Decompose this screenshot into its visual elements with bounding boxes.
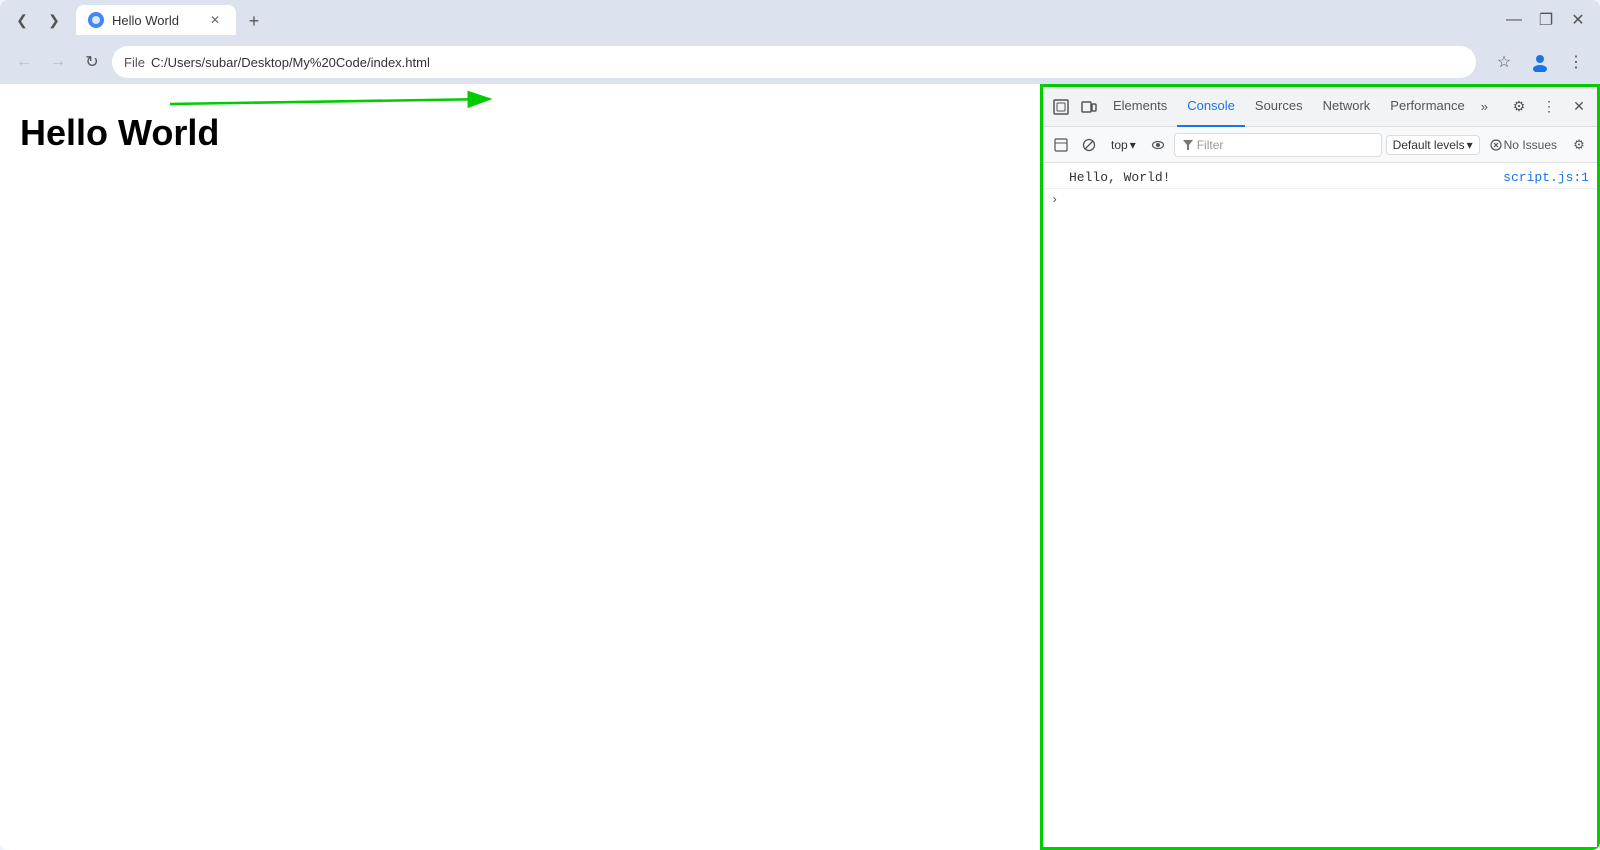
tab-title: Hello World	[112, 13, 198, 28]
more-button[interactable]: ⋮	[1560, 46, 1592, 78]
top-context-dropdown[interactable]: top ▾	[1105, 136, 1142, 154]
tab-console[interactable]: Console	[1177, 87, 1245, 127]
file-label: File	[124, 55, 145, 70]
browser-tab[interactable]: Hello World ✕	[76, 5, 236, 35]
no-issues-icon	[1490, 139, 1502, 151]
default-levels-dropdown[interactable]: Default levels ▾	[1386, 135, 1480, 155]
close-button[interactable]: ✕	[1564, 6, 1592, 34]
tab-performance[interactable]: Performance	[1380, 87, 1474, 127]
console-log-source[interactable]: script.js:1	[1503, 170, 1589, 185]
console-toolbar: top ▾ Filter Default levels ▾ No Issues	[1043, 127, 1597, 163]
nav-controls: ← → ↻	[8, 46, 108, 78]
clear-console-button[interactable]	[1049, 133, 1073, 157]
refresh-button[interactable]: ↻	[76, 46, 108, 78]
no-issues-indicator: No Issues	[1484, 136, 1563, 154]
select-element-button[interactable]	[1047, 93, 1075, 121]
devtools-settings-button[interactable]: ⚙	[1505, 93, 1533, 121]
back-button[interactable]: ←	[8, 46, 40, 78]
console-ban-button[interactable]	[1077, 133, 1101, 157]
device-mode-button[interactable]	[1075, 93, 1103, 121]
devtools-toolbar: Elements Console Sources Network Perform…	[1043, 87, 1597, 127]
maximize-button[interactable]: ❐	[1532, 6, 1560, 34]
devtools-more-button[interactable]: ⋮	[1535, 93, 1563, 121]
window-controls: — ❐ ✕	[1500, 6, 1592, 34]
console-prompt-row: ›	[1043, 189, 1597, 211]
more-tabs-button[interactable]: »	[1475, 95, 1494, 118]
profile-button[interactable]	[1524, 46, 1556, 78]
forward-button[interactable]: →	[42, 46, 74, 78]
eye-button[interactable]	[1146, 133, 1170, 157]
tab-close-button[interactable]: ✕	[206, 11, 224, 29]
tab-sources[interactable]: Sources	[1245, 87, 1313, 127]
title-bar: ❮ ❯ Hello World ✕ + — ❐ ✕	[0, 0, 1600, 40]
devtools-close-button[interactable]: ✕	[1565, 93, 1593, 121]
console-prompt-chevron: ›	[1051, 193, 1058, 207]
console-log-message: Hello, World!	[1069, 170, 1495, 185]
console-output: Hello, World! script.js:1 ›	[1043, 163, 1597, 847]
filter-icon	[1183, 140, 1193, 150]
tab-favicon	[88, 12, 104, 28]
star-button[interactable]: ☆	[1488, 46, 1520, 78]
new-tab-button[interactable]: +	[240, 7, 268, 35]
top-context-label: top	[1111, 138, 1128, 152]
console-log-row: Hello, World! script.js:1	[1043, 167, 1597, 189]
tab-network[interactable]: Network	[1313, 87, 1381, 127]
minimize-button[interactable]: —	[1500, 6, 1528, 34]
title-bar-left: ❮ ❯	[8, 6, 68, 34]
console-filter-input[interactable]: Filter	[1174, 133, 1382, 157]
filter-placeholder: Filter	[1197, 138, 1224, 152]
no-issues-label: No Issues	[1504, 138, 1557, 152]
browser-window: ❮ ❯ Hello World ✕ + — ❐ ✕ ← → ↻ File	[0, 0, 1600, 850]
console-settings-button[interactable]: ⚙	[1567, 133, 1591, 157]
page-heading: Hello World	[20, 112, 1020, 154]
top-context-chevron: ▾	[1130, 138, 1136, 152]
address-actions: ☆ ⋮	[1488, 46, 1592, 78]
address-input[interactable]: File C:/Users/subar/Desktop/My%20Code/in…	[112, 46, 1476, 78]
tab-elements[interactable]: Elements	[1103, 87, 1177, 127]
default-levels-label: Default levels	[1393, 138, 1465, 152]
browser-content: Hello World	[0, 84, 1600, 850]
default-levels-chevron: ▾	[1467, 138, 1473, 152]
tab-back-arrow[interactable]: ❮	[8, 6, 36, 34]
devtools-settings-group: ⚙ ⋮ ✕	[1505, 93, 1593, 121]
tabs-bar: Hello World ✕ +	[72, 5, 1496, 35]
devtools-tabs: Elements Console Sources Network Perform…	[1103, 87, 1505, 127]
address-url: C:/Users/subar/Desktop/My%20Code/index.h…	[151, 55, 430, 70]
tab-forward-arrow[interactable]: ❯	[40, 6, 68, 34]
devtools-panel: Elements Console Sources Network Perform…	[1040, 84, 1600, 850]
annotation-arrow	[0, 84, 1040, 850]
page-content: Hello World	[0, 84, 1040, 850]
address-bar: ← → ↻ File C:/Users/subar/Desktop/My%20C…	[0, 40, 1600, 84]
